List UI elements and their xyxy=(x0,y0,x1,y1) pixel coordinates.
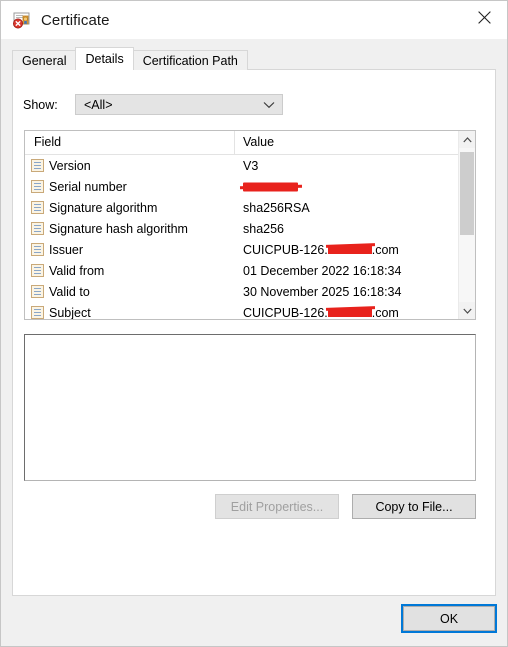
table-row[interactable]: Version V3 xyxy=(25,155,458,176)
field-label: Serial number xyxy=(49,179,127,194)
field-name-cell: Signature hash algorithm xyxy=(25,222,235,236)
field-detail-pane[interactable] xyxy=(24,334,476,481)
field-name-cell: Signature algorithm xyxy=(25,201,235,215)
field-value-cell: 79c9a86b xyxy=(235,180,458,194)
field-value-cell: CUICPUB-126. .com xyxy=(235,243,458,257)
field-name-cell: Issuer xyxy=(25,243,235,257)
scroll-up-icon[interactable] xyxy=(459,131,475,148)
field-value-cell: V3 xyxy=(243,158,259,173)
table-row[interactable]: Issuer CUICPUB-126. .com xyxy=(25,239,458,260)
field-label: Version xyxy=(49,158,91,173)
value-suffix: .com xyxy=(371,242,399,257)
scrollbar-thumb[interactable] xyxy=(460,152,474,236)
field-label: Signature hash algorithm xyxy=(49,221,188,236)
certificate-field-icon xyxy=(31,159,44,172)
table-row[interactable]: Valid to 30 November 2025 16:18:34 xyxy=(25,281,458,302)
ok-button[interactable]: OK xyxy=(401,604,497,633)
field-list-scrollbar[interactable] xyxy=(458,131,475,319)
field-value-cell: CUICPUB-126. .com xyxy=(235,306,458,320)
table-row[interactable]: Valid from 01 December 2022 16:18:34 xyxy=(25,260,458,281)
field-name-cell: Version xyxy=(25,159,235,173)
certificate-field-list[interactable]: Field Value Version V3 Serial number Sig… xyxy=(24,130,476,320)
certificate-field-icon xyxy=(31,243,44,256)
certificate-field-icon xyxy=(31,285,44,298)
value-prefix: CUICPUB-126. xyxy=(243,242,328,257)
tab-certification-path[interactable]: Certification Path xyxy=(132,50,248,70)
edit-properties-button[interactable]: Edit Properties... xyxy=(215,494,339,519)
field-label: Issuer xyxy=(49,242,84,257)
field-list-header: Field Value xyxy=(25,131,458,155)
table-row[interactable]: Subject CUICPUB-126. .com xyxy=(25,302,458,319)
scroll-down-icon[interactable] xyxy=(459,302,475,319)
field-name-cell: Serial number xyxy=(25,180,235,194)
close-icon[interactable] xyxy=(461,1,507,33)
field-value-cell: 30 November 2025 16:18:34 xyxy=(243,284,402,299)
field-label: Valid to xyxy=(49,284,90,299)
show-label: Show: xyxy=(23,97,58,112)
table-row[interactable]: Serial number 79c9a86b xyxy=(25,176,458,197)
certificate-dialog: Certificate General Details Certificatio… xyxy=(0,0,508,647)
tab-general[interactable]: General xyxy=(12,50,77,70)
tab-strip: General Details Certification Path xyxy=(12,47,507,70)
field-name-cell: Valid to xyxy=(25,285,235,299)
value-prefix: CUICPUB-126. xyxy=(243,305,328,320)
field-label: Valid from xyxy=(49,263,105,278)
value-suffix: .com xyxy=(371,305,399,320)
field-list-body: Field Value Version V3 Serial number Sig… xyxy=(25,131,458,319)
redaction-mark xyxy=(327,307,372,318)
show-filter-row: Show: <All> xyxy=(23,94,495,115)
details-tab-panel: Show: <All> Field Value Version V3 Seria… xyxy=(12,69,496,596)
field-value-cell: sha256RSA xyxy=(243,200,310,215)
scrollbar-track[interactable] xyxy=(459,148,475,302)
title-bar: Certificate xyxy=(1,1,507,39)
table-row[interactable]: Signature hash algorithm sha256 xyxy=(25,218,458,239)
certificate-field-icon xyxy=(31,201,44,214)
chevron-down-icon xyxy=(263,98,275,112)
field-label: Subject xyxy=(49,305,91,320)
copy-to-file-button[interactable]: Copy to File... xyxy=(352,494,476,519)
show-dropdown[interactable]: <All> xyxy=(75,94,283,115)
certificate-field-icon xyxy=(31,180,44,193)
certificate-field-icon xyxy=(31,264,44,277)
table-row[interactable]: Signature algorithm sha256RSA xyxy=(25,197,458,218)
redaction-mark xyxy=(327,244,372,255)
column-header-value[interactable]: Value xyxy=(235,131,458,155)
field-name-cell: Valid from xyxy=(25,264,235,278)
field-value-cell: sha256 xyxy=(243,221,285,236)
field-value-cell: 01 December 2022 16:18:34 xyxy=(243,263,402,278)
field-name-cell: Subject xyxy=(25,305,235,320)
tab-details[interactable]: Details xyxy=(75,47,134,70)
column-header-field[interactable]: Field xyxy=(25,131,235,155)
dialog-footer: OK xyxy=(1,596,507,646)
certificate-error-icon xyxy=(12,10,32,30)
show-dropdown-value: <All> xyxy=(84,97,113,112)
redaction-mark: 79c9a86b xyxy=(243,180,298,194)
certificate-field-icon xyxy=(31,222,44,235)
window-title: Certificate xyxy=(41,11,110,29)
field-label: Signature algorithm xyxy=(49,200,158,215)
certificate-field-icon xyxy=(31,306,44,319)
action-button-row: Edit Properties... Copy to File... xyxy=(24,494,476,519)
